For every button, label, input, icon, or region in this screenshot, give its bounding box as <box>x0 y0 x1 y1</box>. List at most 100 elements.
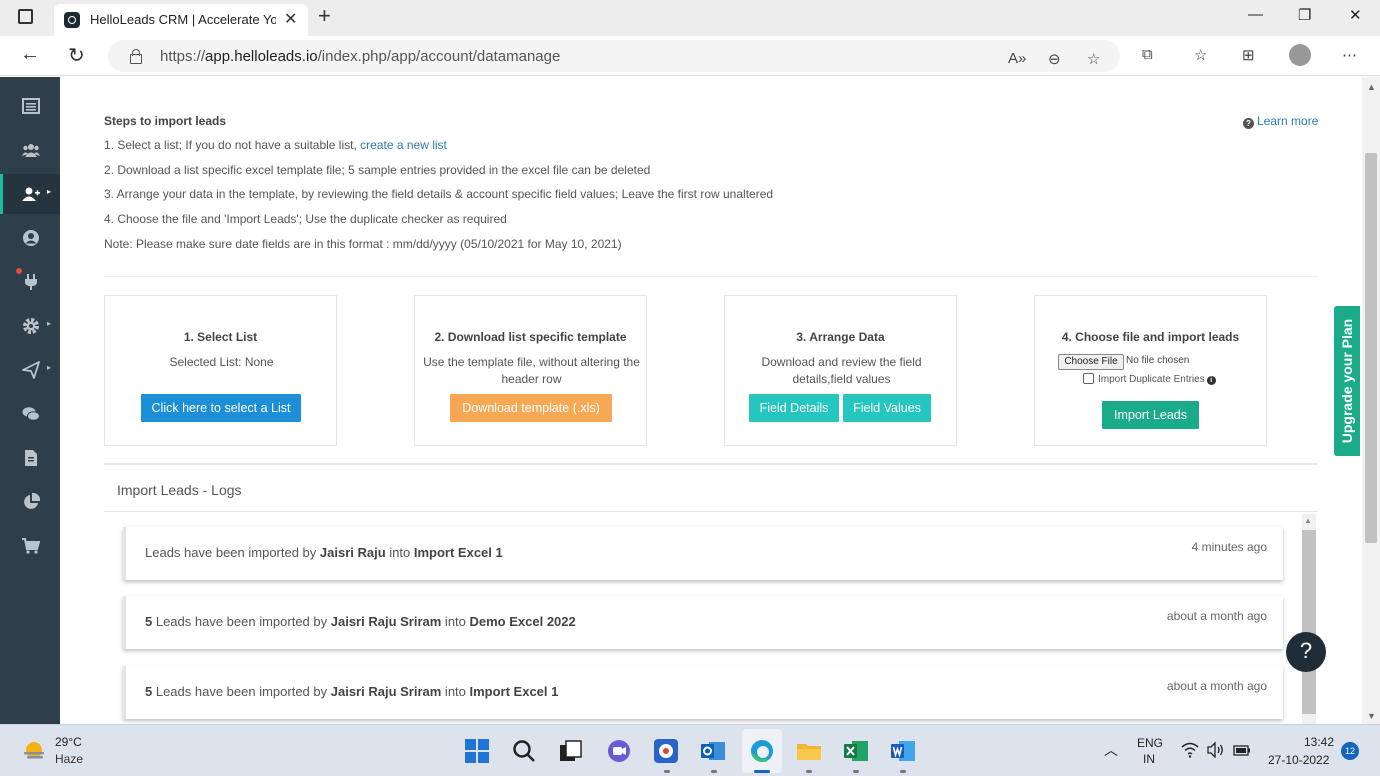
plug-icon <box>25 274 37 290</box>
upgrade-plan-button[interactable]: Upgrade your Plan <box>1334 306 1360 456</box>
teams-chat-icon[interactable] <box>606 738 632 764</box>
weather-desc: Haze <box>55 752 84 766</box>
card-description: Use the template file, without altering … <box>423 355 640 386</box>
import-leads-button[interactable]: Import Leads <box>1102 401 1199 429</box>
close-window-icon[interactable]: ✕ <box>1349 6 1362 24</box>
url-text[interactable]: https://app.helloleads.io/index.php/app/… <box>160 48 560 65</box>
clock-time[interactable]: 13:42 <box>1304 735 1334 749</box>
file-status: No file chosen <box>1126 355 1190 366</box>
field-values-button[interactable]: Field Values <box>843 394 931 422</box>
learn-more-link[interactable]: ? Learn more <box>1243 114 1318 129</box>
language-code[interactable]: ENG <box>1137 736 1163 750</box>
back-icon[interactable]: ← <box>20 43 40 66</box>
sidebar-item-dashboard[interactable] <box>0 86 60 126</box>
sidebar-item-integrations[interactable] <box>0 262 60 302</box>
running-indicator <box>853 770 859 773</box>
log-text: 5 Leads have been imported by Jaisri Raj… <box>145 684 559 699</box>
read-aloud-icon[interactable]: A» <box>1008 50 1026 67</box>
download-template-card: 2. Download list specific template Use t… <box>414 295 647 446</box>
browser-tab[interactable]: HelloLeads CRM | Accelerate Your ✕ <box>54 4 308 36</box>
tab-title: HelloLeads CRM | Accelerate Your <box>90 12 276 27</box>
zoom-icon[interactable]: ⊖ <box>1048 50 1061 68</box>
sidebar-item-reports[interactable] <box>0 482 60 522</box>
chat-icon <box>22 407 40 421</box>
snipping-tool-icon[interactable] <box>653 738 679 764</box>
log-text: Leads have been imported by Jaisri Raju … <box>145 545 503 560</box>
active-indicator <box>754 770 770 773</box>
sidebar-item-billing[interactable] <box>0 438 60 478</box>
select-list-button[interactable]: Click here to select a List <box>141 394 301 422</box>
logs-list: Leads have been imported by Jaisri Raju … <box>104 511 1318 724</box>
new-tab-icon[interactable]: + <box>318 3 331 29</box>
create-new-list-link[interactable]: create a new list <box>360 138 447 152</box>
sidebar-item-leads[interactable] <box>0 130 60 170</box>
excel-icon[interactable] <box>843 738 869 764</box>
running-indicator <box>900 770 906 773</box>
step-4-text: 4. Choose the file and 'Import Leads'; U… <box>104 212 507 226</box>
scroll-down-icon[interactable]: ▼ <box>1367 711 1376 721</box>
sidebar-item-store[interactable] <box>0 526 60 566</box>
scroll-up-icon[interactable]: ▲ <box>1367 82 1376 92</box>
user-circle-icon <box>23 230 39 246</box>
language-region[interactable]: IN <box>1143 752 1155 766</box>
step-3-text: 3. Arrange your data in the template, by… <box>104 187 774 201</box>
outlook-icon[interactable] <box>700 738 726 764</box>
card-title: 4. Choose file and import leads <box>1061 330 1240 344</box>
minimize-icon[interactable]: — <box>1248 6 1263 23</box>
logs-scrollbar-thumb[interactable] <box>1302 530 1316 714</box>
page-scrollbar-thumb[interactable] <box>1365 153 1377 543</box>
favorites-icon[interactable]: ☆ <box>1194 46 1207 64</box>
sidebar-item-account[interactable] <box>0 218 60 258</box>
add-user-icon <box>22 187 40 201</box>
tab-actions-icon[interactable] <box>18 9 33 24</box>
invoice-icon <box>25 450 37 466</box>
sidebar-item-add-lead[interactable]: ▸ <box>0 174 60 214</box>
url-field[interactable]: https://app.helloleads.io/index.php/app/… <box>108 40 1120 72</box>
log-time: about a month ago <box>1166 679 1267 693</box>
import-duplicates-checkbox[interactable] <box>1083 373 1094 384</box>
file-explorer-icon[interactable] <box>796 738 822 764</box>
download-template-button[interactable]: Download template (.xls) <box>450 394 612 422</box>
word-icon[interactable] <box>890 738 916 764</box>
divider <box>104 276 1318 277</box>
task-view-icon[interactable] <box>558 738 584 764</box>
choose-file-button[interactable]: Choose File <box>1058 354 1124 370</box>
users-icon <box>22 144 40 157</box>
extensions-icon[interactable]: ⧉ <box>1142 46 1153 63</box>
edge-browser-icon[interactable] <box>749 738 775 764</box>
search-icon[interactable] <box>511 738 537 764</box>
profile-avatar[interactable] <box>1289 44 1311 66</box>
windows-taskbar: 29°C Haze ︿ ENG IN 13:42 27-10-2022 12 <box>0 724 1380 776</box>
gear-icon <box>23 318 39 334</box>
running-indicator <box>664 770 670 773</box>
volume-icon[interactable] <box>1207 742 1225 758</box>
chevron-up-icon[interactable]: ︿ <box>1104 740 1118 760</box>
clock-date[interactable]: 27-10-2022 <box>1268 753 1329 767</box>
sidebar-item-settings[interactable]: ▸ <box>0 306 60 346</box>
card-description: Download and review the field details,fi… <box>761 355 922 386</box>
restore-icon[interactable]: ❐ <box>1298 6 1311 24</box>
tab-close-icon[interactable]: ✕ <box>284 9 297 29</box>
info-icon[interactable]: i <box>1206 376 1216 385</box>
windows-start-icon[interactable] <box>464 738 490 764</box>
sidebar-item-campaigns[interactable]: ▸ <box>0 350 60 390</box>
import-duplicates-label: Import Duplicate Entries i <box>1098 374 1216 385</box>
add-favorite-icon[interactable]: ☆ <box>1087 50 1100 68</box>
import-leads-card: 4. Choose file and import leads Choose F… <box>1034 295 1267 446</box>
refresh-icon[interactable]: ↻ <box>68 43 85 68</box>
collections-icon[interactable]: ⊞ <box>1242 46 1255 64</box>
selected-list-status: Selected List: None <box>169 355 274 369</box>
address-bar-row: ← ↻ https://app.helloleads.io/index.php/… <box>0 36 1380 76</box>
help-button[interactable]: ? <box>1286 632 1326 672</box>
field-details-button[interactable]: Field Details <box>749 394 839 422</box>
log-time: 4 minutes ago <box>1191 540 1267 554</box>
send-icon <box>22 361 40 379</box>
sidebar-item-chat[interactable] <box>0 394 60 434</box>
more-menu-icon[interactable]: ⋯ <box>1342 46 1357 64</box>
notification-badge[interactable]: 12 <box>1341 742 1359 760</box>
battery-icon[interactable] <box>1233 743 1251 757</box>
wifi-icon[interactable] <box>1181 742 1199 758</box>
running-indicator <box>711 770 717 773</box>
scroll-up-icon[interactable]: ▲ <box>1304 516 1312 525</box>
log-time: about a month ago <box>1166 609 1267 623</box>
